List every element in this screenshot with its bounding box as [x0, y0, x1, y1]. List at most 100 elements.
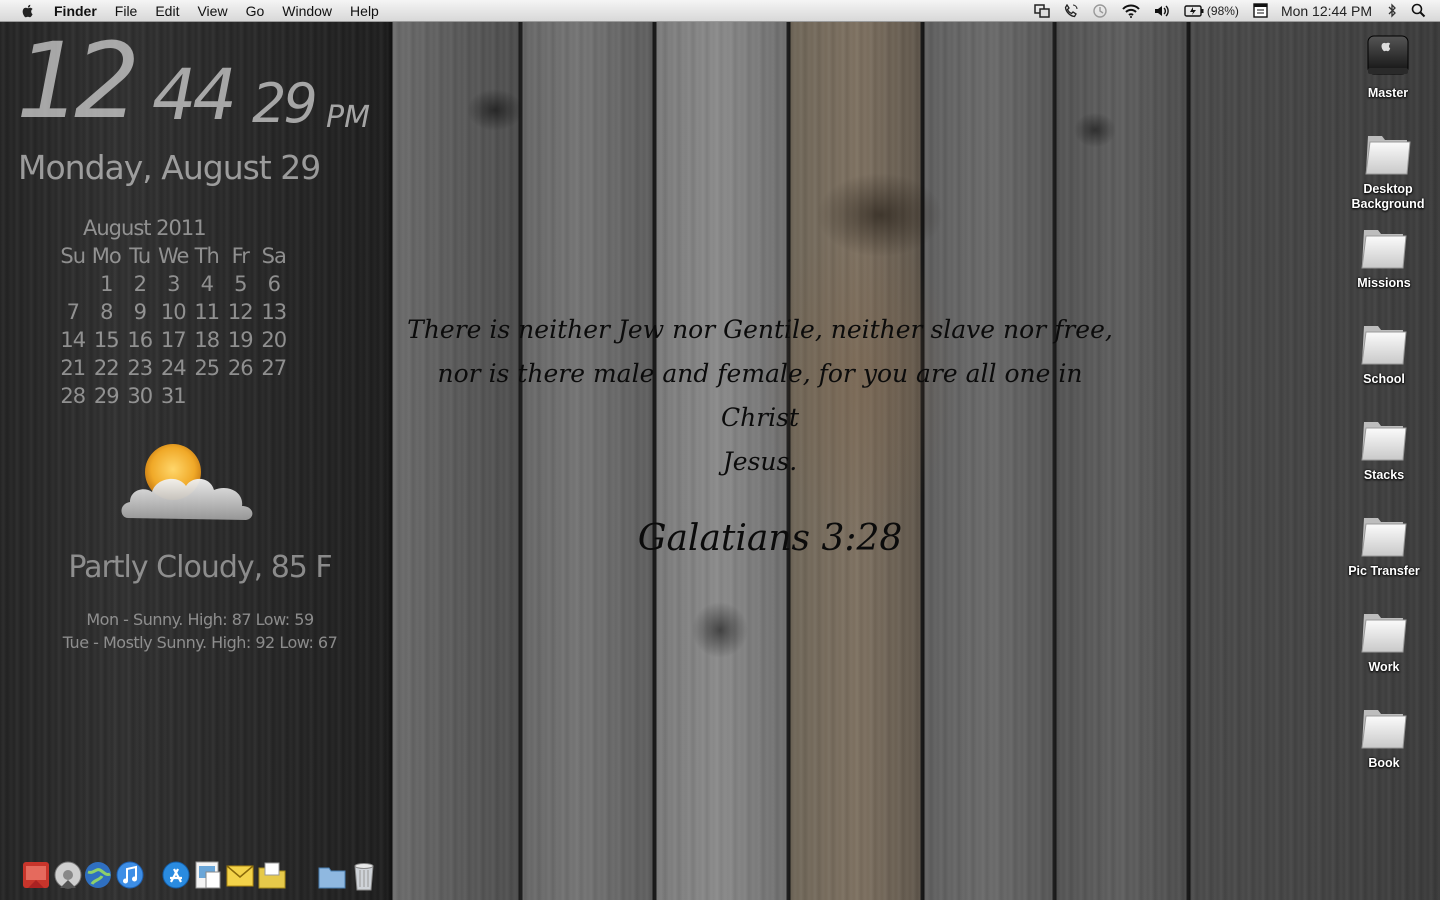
hard-drive-icon	[1362, 30, 1414, 82]
calendar-day: 1	[100, 272, 113, 296]
bluetooth-icon[interactable]	[1387, 3, 1397, 18]
menu-edit[interactable]: Edit	[146, 0, 188, 22]
trash-icon[interactable]	[348, 858, 380, 892]
folder-icon	[1358, 508, 1410, 560]
calendar-week: 7 8 9 10 11 12 13	[56, 300, 291, 324]
desktop-icon-label: Stacks	[1363, 468, 1405, 482]
network-globe-icon[interactable]	[82, 858, 114, 892]
disk-utility-icon[interactable]	[52, 858, 84, 892]
clock-minute: 44	[152, 54, 237, 136]
flashcard-app-icon[interactable]	[20, 858, 52, 892]
calendar-title: August 2011	[83, 216, 207, 240]
desktop-icon-label: Missions	[1357, 276, 1411, 290]
apple-menu-icon[interactable]	[20, 3, 36, 19]
clock-second: 29	[252, 72, 318, 135]
forecast-line: Tue - Mostly Sunny. High: 92 Low: 67	[62, 633, 338, 652]
calendar-day: 23	[127, 356, 153, 380]
weekday-label: Tu	[129, 244, 151, 268]
time-machine-icon[interactable]	[1092, 3, 1108, 19]
spotlight-icon[interactable]	[1411, 3, 1426, 18]
calendar-day: 26	[227, 356, 254, 380]
weekday-label: Mo	[91, 244, 122, 268]
calendar-icon[interactable]	[1253, 3, 1268, 18]
calendar-day: 28	[60, 384, 86, 408]
calendar-day: 18	[194, 328, 220, 352]
weather-condition: Partly Cloudy, 85 F	[68, 550, 332, 585]
desktop-icon-book[interactable]: Book	[1334, 700, 1434, 771]
folder-stack-icon[interactable]	[256, 858, 288, 892]
desktop-icon-school[interactable]: School	[1334, 316, 1434, 387]
date-label: Monday, August 29	[18, 148, 321, 187]
calendar-week: 123456	[56, 272, 291, 296]
calendar-day: 31	[160, 384, 187, 408]
battery-status[interactable]: (98%)	[1184, 4, 1239, 18]
folder-icon	[1358, 604, 1410, 656]
mirror-display-icon[interactable]	[1034, 3, 1050, 18]
documents-folder-icon[interactable]	[316, 858, 348, 892]
phone-icon[interactable]	[1064, 3, 1078, 18]
itunes-icon[interactable]	[114, 858, 146, 892]
menu-go[interactable]: Go	[237, 0, 274, 22]
folder-icon	[1358, 220, 1410, 272]
calendar-day: 11	[194, 300, 220, 324]
volume-icon[interactable]	[1154, 4, 1170, 18]
mail-icon[interactable]	[224, 858, 256, 892]
calendar-day: 24	[160, 356, 187, 380]
weekday-label: Sa	[261, 244, 287, 268]
calendar-day: 19	[227, 328, 254, 352]
calendar-day: 21	[60, 356, 86, 380]
folder-icon	[1358, 700, 1410, 752]
clock-hour: 12	[16, 20, 140, 142]
calendar-day: 6	[267, 272, 281, 296]
weekday-label: We	[158, 244, 189, 268]
menu-file[interactable]: File	[106, 0, 147, 22]
desktop-icon-label: Desktop Background	[1351, 182, 1425, 211]
desktop-icon-label: Work	[1368, 660, 1400, 674]
desktop-icon-master[interactable]: Master	[1338, 30, 1438, 101]
dock	[18, 858, 388, 900]
verse-line: Jesus.	[722, 447, 798, 476]
calendar-week: 21 22 23 24 25 26 27	[56, 356, 291, 380]
calendar-day: 5	[234, 272, 247, 296]
menu-bar: Finder File Edit View Go Window Help (98…	[0, 0, 1440, 22]
forecast-line: Mon - Sunny. High: 87 Low: 59	[86, 610, 314, 629]
desktop-icon-desktop-background[interactable]: Desktop Background	[1338, 126, 1438, 212]
weekday-label: Th	[194, 244, 220, 268]
calendar-day: 16	[127, 328, 153, 352]
menu-window[interactable]: Window	[273, 0, 341, 22]
calendar-day: 7	[66, 300, 80, 324]
calendar-day: 29	[93, 384, 120, 408]
desktop-icon-label: School	[1363, 372, 1405, 386]
menu-app-name[interactable]: Finder	[50, 0, 106, 22]
desktop-icon-stacks[interactable]: Stacks	[1334, 412, 1434, 483]
desktop-icon-missions[interactable]: Missions	[1334, 220, 1434, 291]
preview-icon[interactable]	[192, 858, 224, 892]
desktop-icon-label: Pic Transfer	[1348, 564, 1420, 578]
menu-help[interactable]: Help	[341, 0, 388, 22]
calendar-day: 2	[133, 272, 147, 296]
weekday-label: Su	[60, 244, 86, 268]
folder-icon	[1358, 316, 1410, 368]
wifi-icon[interactable]	[1122, 4, 1140, 18]
menu-view[interactable]: View	[188, 0, 236, 22]
desktop-icon-label: Book	[1368, 756, 1400, 770]
battery-icon	[1184, 4, 1204, 17]
desktop-icon-work[interactable]: Work	[1334, 604, 1434, 675]
desktop-icon-pic-transfer[interactable]: Pic Transfer	[1334, 508, 1434, 579]
calendar-day: 8	[100, 300, 113, 324]
calendar-day: 30	[127, 384, 153, 408]
verse-line: nor is there male and female, for you ar…	[437, 359, 1083, 432]
app-store-icon[interactable]	[160, 858, 192, 892]
clock-ampm: PM	[326, 100, 370, 135]
calendar-day: 9	[133, 300, 147, 324]
calendar-day: 25	[194, 356, 220, 380]
calendar-week: 14 15 16 17 18 19 20	[56, 328, 291, 352]
calendar-weekdays: Su Mo Tu We Th Fr Sa	[56, 244, 291, 268]
menubar-clock[interactable]: Mon 12:44 PM	[1281, 3, 1372, 19]
verse-line: There is neither Jew nor Gentile, neithe…	[407, 315, 1113, 344]
calendar-day: 22	[93, 356, 120, 380]
calendar-day: 4	[200, 272, 214, 296]
calendar-day: 27	[261, 356, 287, 380]
calendar-day: 14	[60, 328, 86, 352]
calendar-day: 15	[93, 328, 120, 352]
